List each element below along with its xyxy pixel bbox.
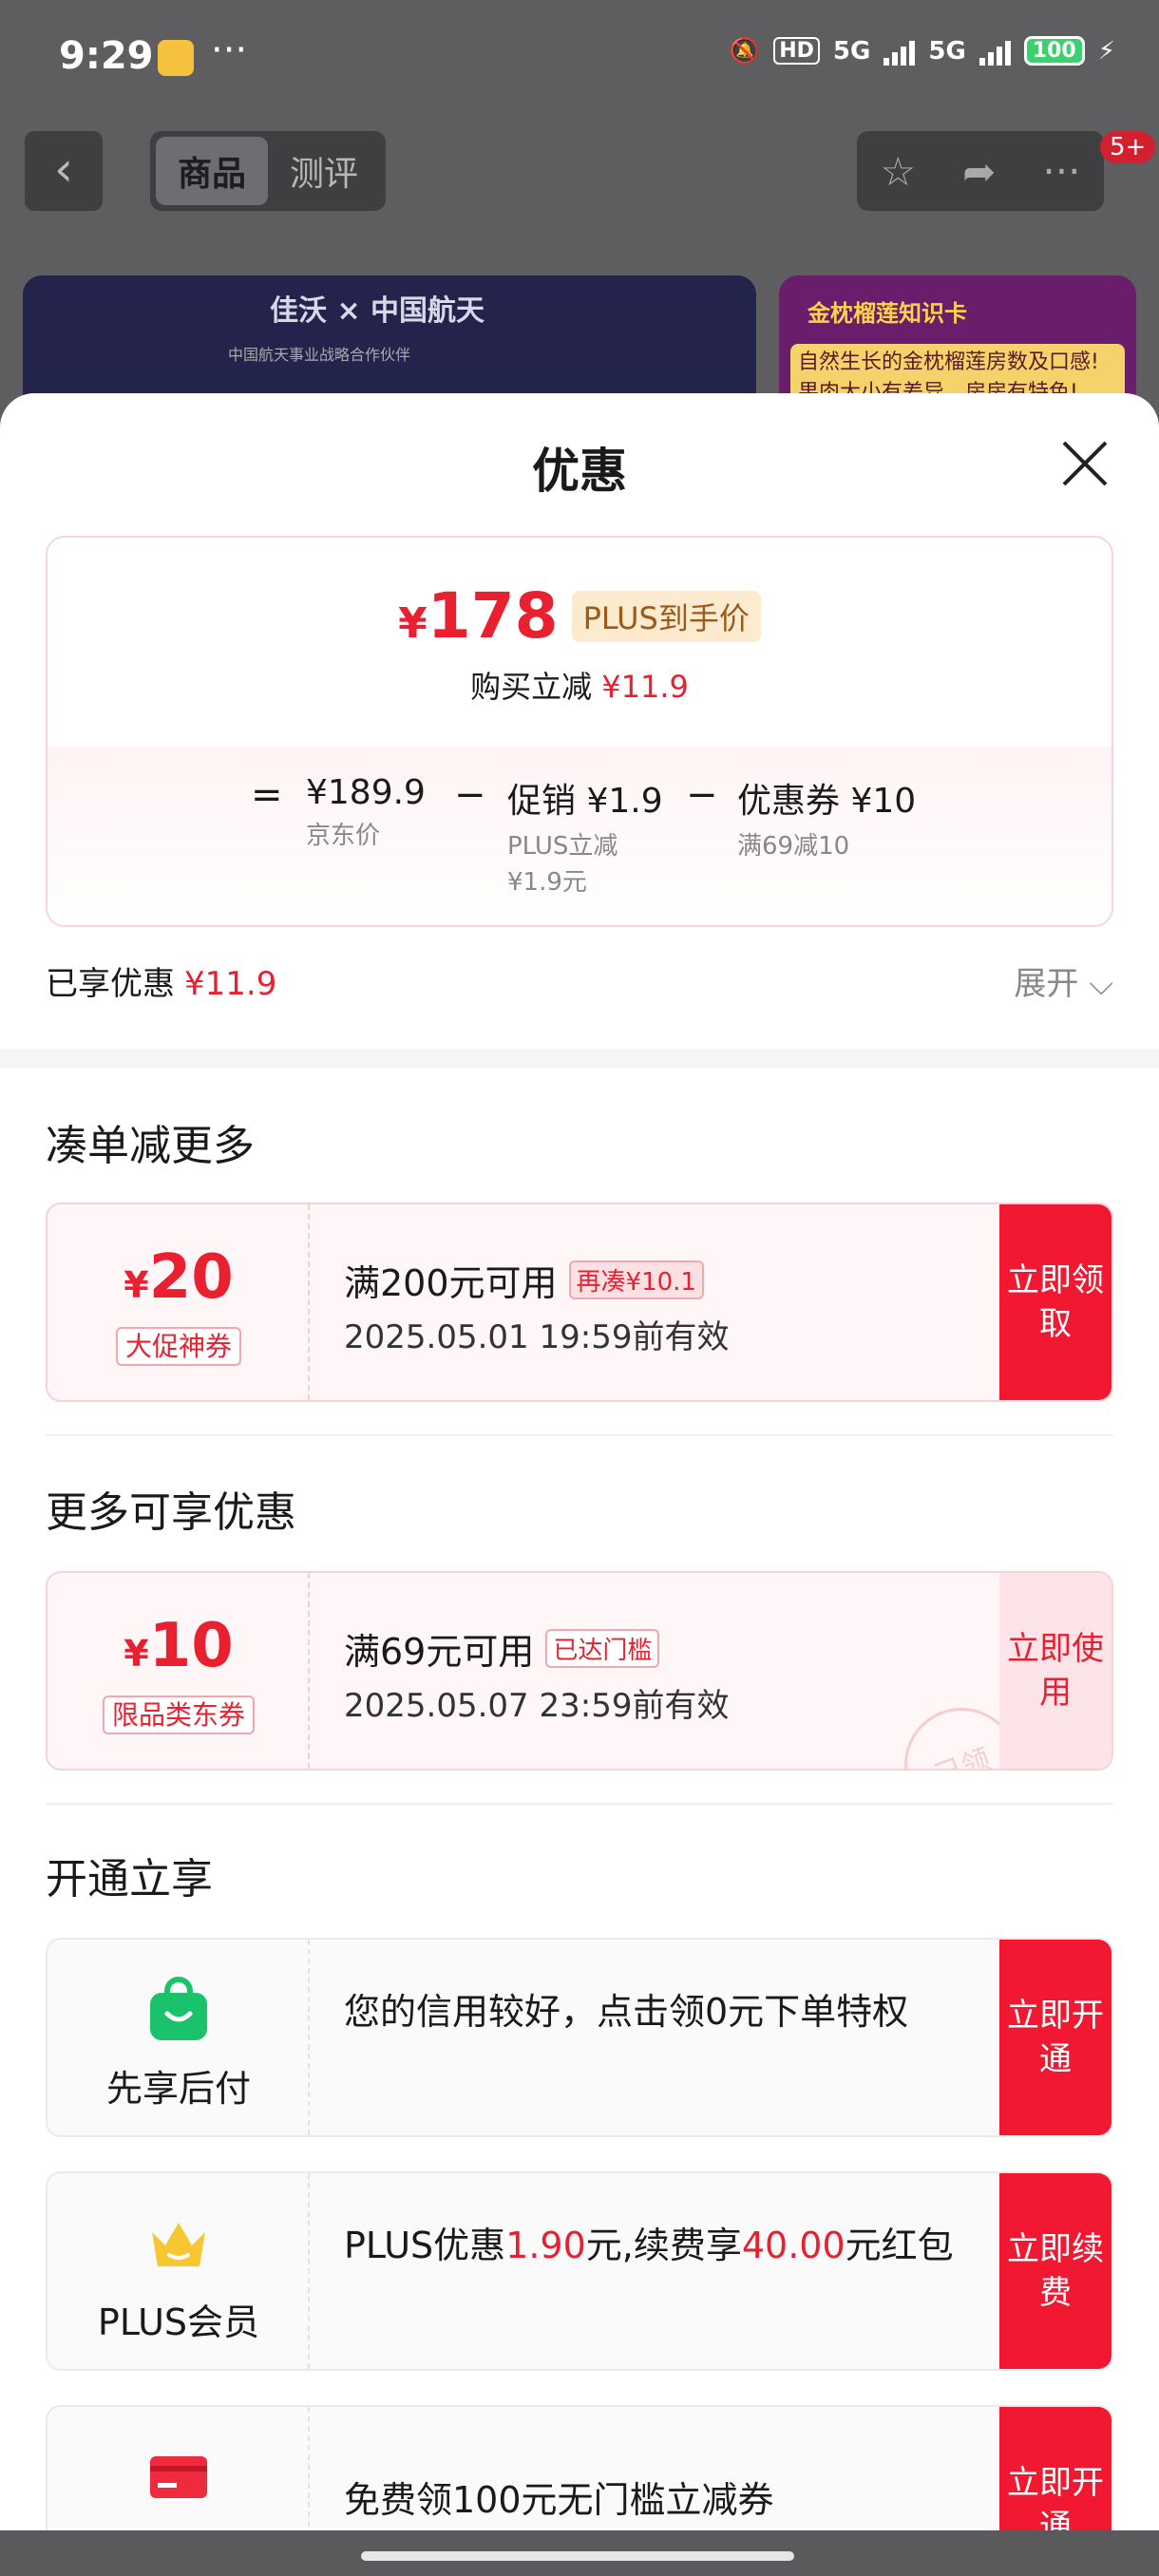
promo-item: 促销 ¥1.9 PLUS立减¥1.9元 (507, 782, 663, 897)
signal-icon-1 (884, 37, 916, 66)
home-indicator[interactable] (361, 2551, 794, 2561)
section-separator (0, 1049, 1159, 1068)
crown-icon (152, 2223, 205, 2266)
section-title-more: 更多可享优惠 (46, 1488, 296, 1537)
status-icons: 🔕 HD 5G 5G 100 ⚡ (730, 36, 1115, 66)
section-title-combine: 凑单减更多 (46, 1122, 255, 1170)
divider (46, 1434, 1113, 1436)
more-icon[interactable]: ··· (1042, 148, 1080, 195)
claim-coupon-button[interactable]: 立即领取 (999, 1204, 1112, 1400)
network-label-1: 5G (832, 36, 871, 66)
share-icon[interactable]: ➦ (962, 148, 996, 195)
coupon-expire: 2025.05.01 19:59前有效 (344, 1318, 730, 1356)
sheet-title: 优惠 (532, 444, 627, 499)
pay-later-text: 您的信用较好，点击领0元下单特权 (344, 1991, 909, 2033)
coupon-amount: ¥10 (124, 1611, 234, 1681)
mute-bell-icon: 🔕 (729, 36, 761, 66)
final-price: ¥178 (398, 579, 559, 653)
favorite-star-icon[interactable]: ☆ (881, 148, 917, 195)
app-notification-icon (158, 40, 194, 76)
plus-member-name: PLUS会员 (97, 2301, 260, 2343)
nav-actions: ☆ ➦ ··· (857, 131, 1104, 211)
signal-icon-2 (978, 37, 1011, 66)
equals-sign: = (251, 773, 283, 817)
coupon-type-tag: 限品类东券 (102, 1695, 255, 1734)
price-card: ¥178 PLUS到手价 购买立减 ¥11.9 = ¥189.9 京东价 − 促… (46, 536, 1113, 927)
brand-banner-title: 佳沃 × 中国航天 (270, 294, 485, 328)
hd-icon: HD (773, 37, 820, 65)
network-label-2: 5G (928, 36, 966, 66)
back-button[interactable]: ‹ (25, 131, 103, 211)
credit-card-icon (150, 2456, 207, 2498)
coupon-condition: 满69元可用 已达门槛 (344, 1622, 660, 1675)
card-offer-text: 免费领100元无门槛立减券 (344, 2479, 774, 2521)
expand-button[interactable]: 展开 ⌵ (1014, 957, 1113, 1004)
coupon-card-20: ¥20 大促神券 满200元可用 再凑¥10.1 2025.05.01 19:5… (46, 1203, 1113, 1402)
section-title-activate: 开通立享 (46, 1855, 213, 1904)
brand-banner-subtitle: 中国航天事业战略合作伙伴 (228, 346, 411, 364)
plus-member-text: PLUS优惠1.90元,续费享40.00元红包 (344, 2225, 954, 2266)
use-coupon-button[interactable]: 立即使用 (999, 1573, 1112, 1769)
pay-later-card: 先享后付 您的信用较好，点击领0元下单特权 立即开通 (46, 1938, 1113, 2137)
coupon-expire: 2025.05.07 23:59前有效 (344, 1687, 730, 1725)
jd-price-item: ¥189.9 京东价 (306, 773, 426, 850)
plus-price-tag: PLUS到手价 (571, 590, 761, 642)
tab-product[interactable]: 商品 (156, 137, 268, 205)
coupon-remaining-tag: 再凑¥10.1 (568, 1260, 704, 1299)
coupon-amount: ¥20 (124, 1242, 234, 1313)
pay-later-name: 先享后付 (105, 2068, 251, 2110)
message-badge: 5+ (1100, 131, 1156, 163)
charging-icon: ⚡ (1097, 36, 1115, 66)
coupon-condition: 满200元可用 再凑¥10.1 (344, 1254, 704, 1306)
shopping-bag-icon (150, 1977, 207, 2040)
battery-icon: 100 (1023, 36, 1085, 66)
coupon-item: 优惠券 ¥10 满69减10 (737, 782, 917, 861)
close-icon[interactable] (1058, 437, 1112, 490)
more-notifications-icon: ··· (211, 28, 248, 72)
discount-sheet: 优惠 ¥178 PLUS到手价 购买立减 ¥11.9 = ¥189.9 京东价 … (0, 393, 1159, 2576)
buy-reduce: 购买立减 ¥11.9 (470, 669, 689, 705)
enjoyed-discount: 已享优惠 ¥11.9 (46, 965, 277, 1003)
divider (46, 1803, 1113, 1805)
renew-plus-button[interactable]: 立即续费 (999, 2173, 1112, 2369)
coupon-card-10: ¥10 限品类东券 满69元可用 已达门槛 2025.05.07 23:59前有… (46, 1571, 1113, 1771)
status-time: 9:29 (59, 34, 154, 78)
knowledge-card-title: 金枕榴莲知识卡 (808, 300, 967, 327)
plus-member-card: PLUS会员 PLUS优惠1.90元,续费享40.00元红包 立即续费 (46, 2171, 1113, 2371)
status-bar: 9:29 ··· 🔕 HD 5G 5G 100 ⚡ (0, 0, 1159, 114)
activate-pay-later-button[interactable]: 立即开通 (999, 1940, 1112, 2135)
top-nav: ‹ 商品 测评 ☆ ➦ ··· (0, 131, 1159, 211)
minus-sign-2: − (686, 773, 718, 817)
minus-sign-1: − (454, 773, 486, 817)
tab-review[interactable]: 测评 (268, 137, 380, 205)
coupon-threshold-tag: 已达门槛 (545, 1629, 660, 1668)
product-tabs: 商品 测评 (150, 131, 386, 211)
coupon-type-tag: 大促神券 (115, 1327, 241, 1366)
